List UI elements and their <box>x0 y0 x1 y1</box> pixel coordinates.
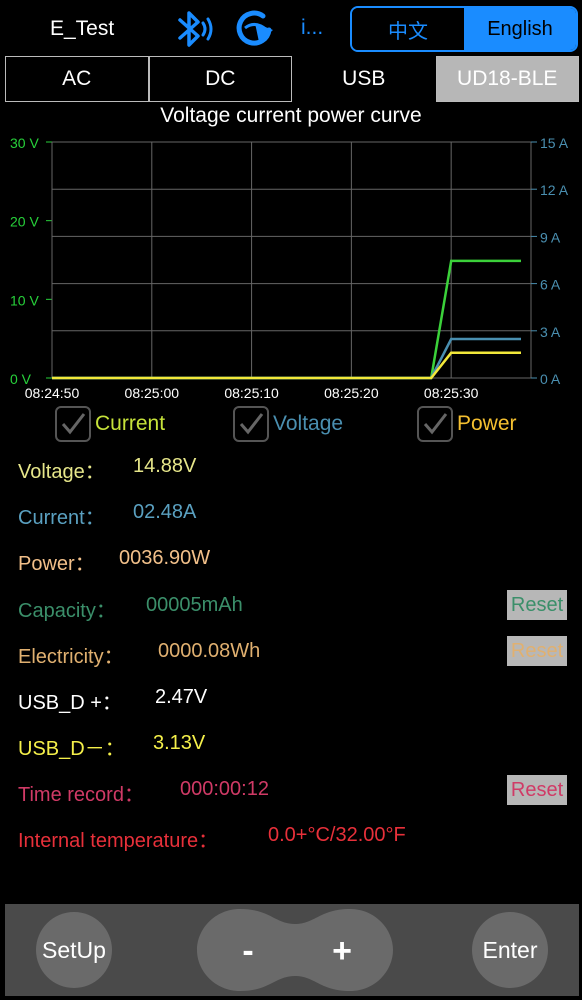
current-value: 02.48A <box>133 501 197 523</box>
electricity-value: 0000.08Wh <box>158 640 261 662</box>
voltage-current-power-chart: 0 A3 A6 A9 A12 A15 A0 V10 V20 V30 V08:24… <box>10 135 569 401</box>
tab-usb[interactable]: USB <box>292 56 436 102</box>
left-axis-tick-label: 30 V <box>10 135 39 151</box>
current-checkbox[interactable]: Current <box>55 404 165 444</box>
bottom-control-bar: SetUp - + Enter <box>5 904 579 996</box>
left-axis-tick-label: 20 V <box>10 214 39 230</box>
capacity-label: Capacity： <box>18 600 116 622</box>
power-value: 0036.90W <box>119 547 211 569</box>
usb-dminus-value: 3.13V <box>153 732 206 754</box>
power-checkbox-label: Power <box>457 412 517 435</box>
time-record-reading: Time record： 000:00:12 <box>18 778 269 807</box>
language-toggle: 中文 English <box>350 6 578 52</box>
bluetooth-icon[interactable] <box>172 6 218 52</box>
check-icon <box>55 406 91 442</box>
power-checkbox[interactable]: Power <box>417 404 517 444</box>
usb-dplus-label: USB_D +： <box>18 692 122 714</box>
series-line-current <box>52 337 521 380</box>
enter-button[interactable]: Enter <box>472 912 548 988</box>
device-tabs: AC DC USB UD18-BLE <box>5 56 579 102</box>
setup-button[interactable]: SetUp <box>36 912 112 988</box>
more-menu[interactable]: i... <box>301 16 323 40</box>
header-bar: E_Test i... 中文 English <box>0 0 582 56</box>
lang-chinese-button[interactable]: 中文 <box>352 8 464 50</box>
usb-dplus-reading: USB_D +： 2.47V <box>18 686 207 715</box>
series-line-power <box>52 351 521 380</box>
current-checkbox-label: Current <box>95 412 166 435</box>
capacity-reset-button[interactable]: Reset <box>507 590 567 620</box>
minus-plus-pad <box>197 909 393 991</box>
device-name: E_Test <box>50 17 115 40</box>
current-reading: Current： 02.48A <box>18 501 196 530</box>
lang-english-button[interactable]: English <box>464 8 576 50</box>
power-reading: Power： 0036.90W <box>18 547 210 576</box>
capacity-value: 00005mAh <box>146 594 243 616</box>
x-axis-tick-label: 08:25:20 <box>324 385 379 401</box>
voltage-checkbox-label: Voltage <box>273 412 344 435</box>
right-axis-tick-label: 12 A <box>540 182 569 198</box>
usb-dplus-value: 2.47V <box>155 686 208 708</box>
capacity-reading: Capacity： 00005mAh <box>18 594 243 623</box>
series-line-voltage <box>52 259 521 380</box>
usb-dminus-label: USB_D－： <box>18 738 125 760</box>
right-axis-tick-label: 9 A <box>540 229 561 245</box>
tab-ac[interactable]: AC <box>5 56 149 102</box>
time-record-value: 000:00:12 <box>180 778 269 800</box>
chart-title: Voltage current power curve <box>160 104 422 127</box>
usb-dminus-reading: USB_D－： 3.13V <box>18 732 205 761</box>
x-axis-tick-label: 08:25:00 <box>125 385 180 401</box>
check-icon <box>233 406 269 442</box>
x-axis-tick-label: 08:25:30 <box>424 385 479 401</box>
power-label: Power： <box>18 553 95 575</box>
electricity-label: Electricity： <box>18 646 124 668</box>
minus-button[interactable]: - <box>233 932 263 971</box>
temperature-value: 0.0+°C/32.00°F <box>268 824 406 846</box>
plus-button[interactable]: + <box>325 932 359 971</box>
voltage-value: 14.88V <box>133 455 197 477</box>
right-axis-tick-label: 15 A <box>540 135 569 151</box>
right-axis-tick-label: 6 A <box>540 277 561 293</box>
right-axis-tick-label: 0 A <box>540 371 561 387</box>
temperature-label: Internal temperature： <box>18 830 219 852</box>
x-axis-tick-label: 08:25:10 <box>224 385 279 401</box>
voltage-checkbox[interactable]: Voltage <box>233 404 343 444</box>
tab-ud18-ble[interactable]: UD18-BLE <box>435 56 579 102</box>
check-icon <box>417 406 453 442</box>
current-label: Current： <box>18 507 105 529</box>
refresh-icon[interactable] <box>233 8 279 48</box>
time-reset-button[interactable]: Reset <box>507 775 567 805</box>
x-axis-tick-label: 08:24:50 <box>25 385 80 401</box>
right-axis-tick-label: 3 A <box>540 324 561 340</box>
time-record-label: Time record： <box>18 784 144 806</box>
voltage-reading: Voltage： 14.88V <box>18 455 196 484</box>
voltage-label: Voltage： <box>18 461 105 483</box>
left-axis-tick-label: 10 V <box>10 292 39 308</box>
temperature-reading: Internal temperature： 0.0+°C/32.00°F <box>18 824 406 853</box>
electricity-reading: Electricity： 0000.08Wh <box>18 640 260 669</box>
tab-dc[interactable]: DC <box>148 56 292 102</box>
electricity-reset-button[interactable]: Reset <box>507 636 567 666</box>
